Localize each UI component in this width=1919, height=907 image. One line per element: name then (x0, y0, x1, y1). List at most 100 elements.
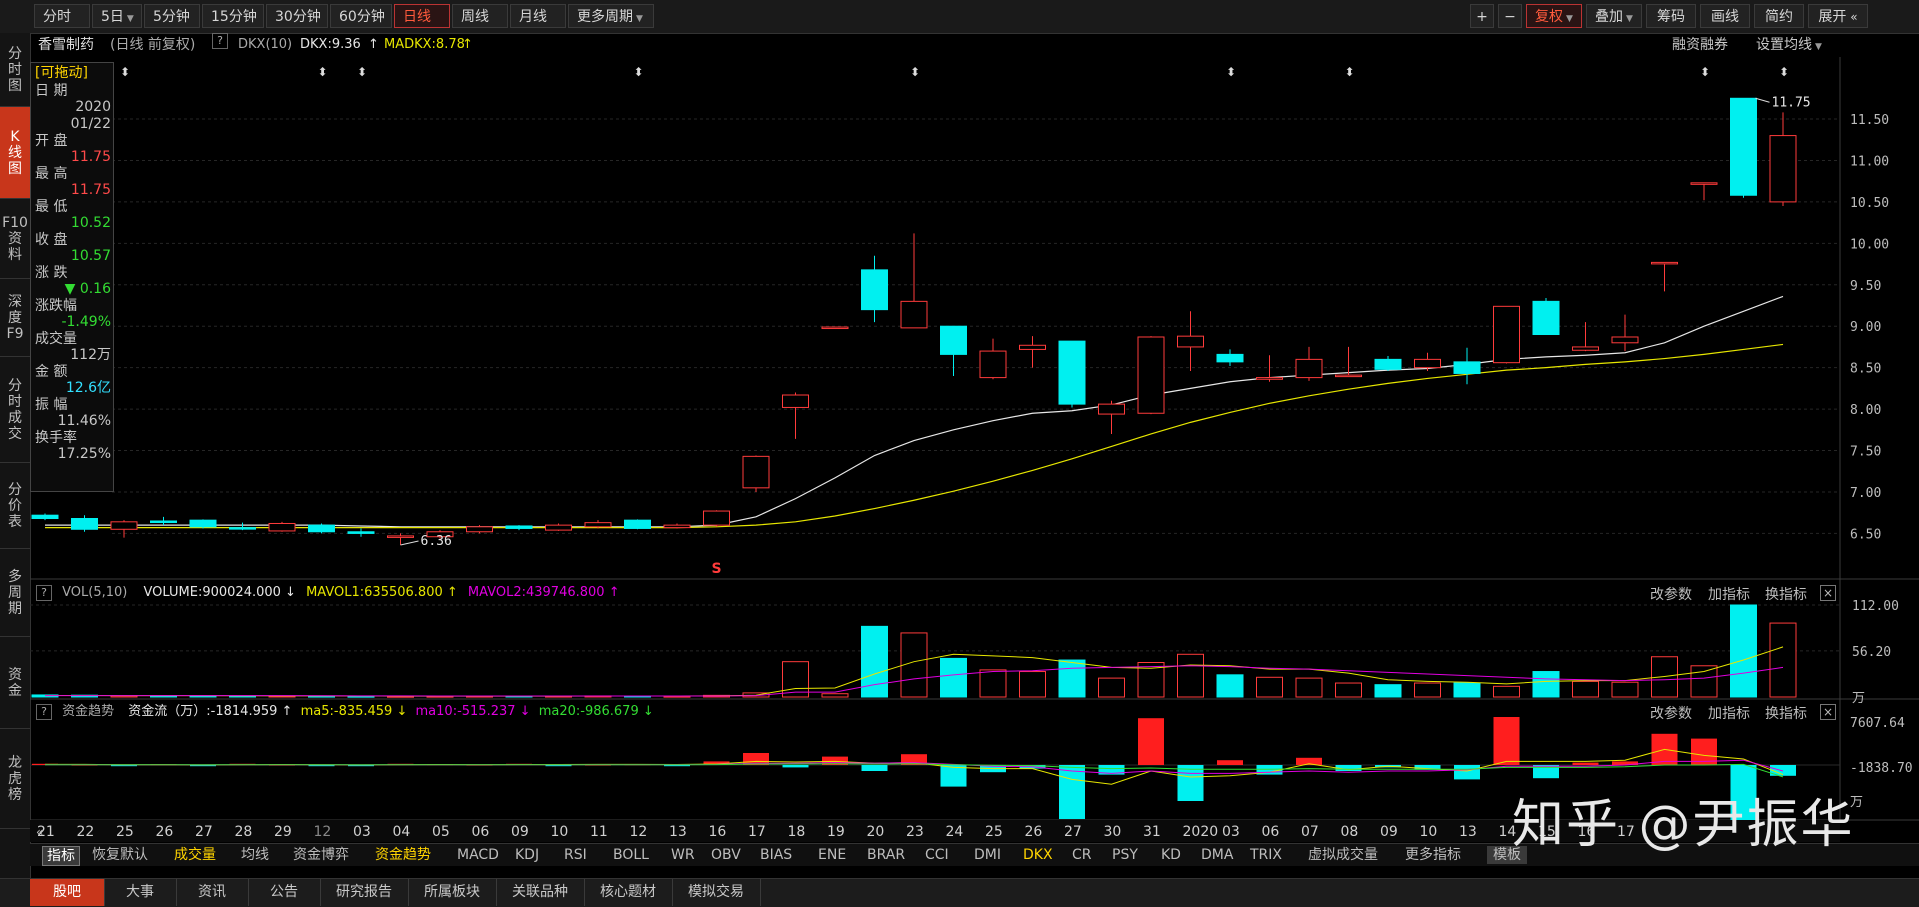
candle-body (229, 527, 256, 530)
fund-flow-bar (387, 763, 414, 765)
indicator-tab[interactable]: CR (1072, 846, 1092, 864)
indicator-tab[interactable]: 虚拟成交量 (1308, 846, 1378, 864)
tool-button[interactable]: 复权 ▼ (1526, 4, 1582, 28)
switch-indicator-link[interactable]: 换指标 (1765, 584, 1807, 604)
indicator-tab[interactable]: CCI (925, 846, 949, 864)
candle-body (1651, 261, 1678, 265)
tool-button[interactable]: 画线 (1700, 4, 1750, 28)
help-icon[interactable]: ? (212, 33, 228, 49)
close-icon[interactable]: × (1820, 704, 1836, 720)
date-tick-label: 24 (946, 824, 964, 840)
indicator-tab[interactable]: KDJ (515, 846, 539, 864)
tool-button[interactable]: 筹码 (1646, 4, 1696, 28)
indicator-tab[interactable]: 资金趋势 (375, 846, 431, 864)
candle-body (1256, 377, 1283, 380)
ma-settings-link[interactable]: 设置均线 ▼ (1756, 33, 1822, 59)
tool-button[interactable]: − (1498, 4, 1522, 28)
chart-info-bar: 香雪制药 (日线 前复权) ? DKX(10) DKX:9.36 ↑ MADKX… (30, 33, 1919, 57)
indicator-tab[interactable]: RSI (564, 846, 587, 864)
period-button[interactable]: 日线 (394, 4, 450, 28)
ohlc-label: 日 期 (35, 83, 68, 99)
bottom-tab[interactable]: 资讯 (176, 879, 249, 906)
tool-button[interactable]: 简约 (1754, 4, 1804, 28)
period-button[interactable]: 5日 ▼ (92, 4, 142, 28)
period-button[interactable]: 15分钟 (202, 4, 264, 28)
add-indicator-link[interactable]: 加指标 (1708, 584, 1750, 604)
indicator-tab[interactable]: 成交量 (174, 846, 216, 864)
indicator-tab[interactable]: WR (671, 846, 695, 864)
volume-bar (584, 695, 612, 698)
indicator-tab[interactable]: BIAS (760, 846, 792, 864)
period-button[interactable]: 月线 (510, 4, 566, 28)
fund-flow-bar (743, 753, 769, 765)
indicator-tab[interactable]: 指标 (42, 846, 80, 866)
price-tick-label: 8.00 (1850, 403, 1881, 418)
sidebar-item[interactable]: 资 金 (0, 637, 30, 729)
indicator-tab[interactable]: OBV (711, 846, 741, 864)
tool-button[interactable]: 展开 « (1808, 4, 1868, 28)
view-sidebar: 分 时 图K 线 图 F10 资 料深 度 F9 分 时 成 交分 价 表多 周 期… (0, 33, 31, 882)
indicator-tab[interactable]: DMA (1201, 846, 1233, 864)
bottom-tab[interactable]: 研究报告 (320, 879, 409, 906)
bottom-tab[interactable]: 所属板块 (408, 879, 497, 906)
sidebar-item[interactable]: 多 周 期 (0, 549, 30, 637)
draggable-tag[interactable]: [可拖动] (35, 65, 111, 81)
indicator-tab[interactable]: 恢复默认 (92, 846, 148, 864)
indicator-tab[interactable]: 均线 (241, 846, 269, 864)
bottom-tab[interactable]: 公告 (248, 879, 321, 906)
sidebar-item[interactable]: 深 度 F9 (0, 279, 30, 357)
sidebar-item[interactable]: 分 时 图 (0, 33, 30, 107)
date-tick-label: 27 (1064, 824, 1082, 840)
bottom-tab[interactable]: 核心题材 (584, 879, 673, 906)
volume-bar (1493, 685, 1520, 698)
sidebar-item[interactable]: K 线 图 (0, 107, 30, 199)
margin-trading-link[interactable]: 融资融券 (1672, 33, 1728, 57)
fund-flow-bar (664, 765, 690, 767)
edit-params-link[interactable]: 改参数 (1650, 584, 1692, 604)
indicator-tab[interactable]: DMI (974, 846, 1001, 864)
edit-params-link[interactable]: 改参数 (1650, 703, 1692, 723)
fund-flow-bar (624, 764, 651, 766)
fund-flow-bar (348, 765, 374, 767)
help-icon[interactable]: ? (36, 584, 52, 601)
up-arrow-icon: ↑ (446, 585, 458, 600)
period-button[interactable]: 更多周期 ▼ (568, 4, 654, 28)
indicator-tab[interactable]: KD (1161, 846, 1181, 864)
stock-name[interactable]: 香雪制药 (38, 33, 94, 57)
indicator-tab[interactable]: 资金博弈 (293, 846, 349, 864)
bottom-tab[interactable]: 股吧 (30, 879, 105, 906)
kline-chart[interactable]: 11.50 11.00 10.50 10.00 9.50 9.00 8.50 8.00 7.50… (0, 0, 1919, 906)
sidebar-item[interactable]: 龙 虎 榜 (0, 729, 30, 829)
period-button[interactable]: 5分钟 (144, 4, 200, 28)
tool-button[interactable]: + (1470, 4, 1494, 28)
date-tick-label: 12 (630, 824, 648, 840)
date-tick-label: 2020 (1183, 824, 1219, 840)
add-indicator-link[interactable]: 加指标 (1708, 703, 1750, 723)
indicator-tab[interactable]: 更多指标 (1405, 846, 1461, 864)
ohlc-info-box[interactable]: [可拖动] 日 期 2020 01/22 开 盘 11.75 最 高 11.75 最 低 10.… (30, 62, 114, 492)
indicator-tab[interactable]: BRAR (867, 846, 905, 864)
sidebar-item[interactable]: 分 时 成 交 (0, 357, 30, 463)
close-icon[interactable]: × (1820, 585, 1836, 601)
indicator-tab[interactable]: PSY (1112, 846, 1138, 864)
indicator-tab[interactable]: BOLL (613, 846, 649, 864)
period-button[interactable]: 30分钟 (266, 4, 328, 28)
help-icon[interactable]: ? (36, 703, 52, 720)
indicator-tab[interactable]: MACD (457, 846, 499, 864)
tool-button[interactable]: 叠加 ▼ (1586, 4, 1642, 28)
period-button[interactable]: 分时 (34, 4, 90, 28)
bottom-tab[interactable]: 关联品种 (496, 879, 585, 906)
indicator-tab[interactable]: TRIX (1250, 846, 1282, 864)
fund-flow-bar (1256, 765, 1283, 775)
switch-indicator-link[interactable]: 换指标 (1765, 703, 1807, 723)
bottom-tab[interactable]: 模拟交易 (672, 879, 761, 906)
period-button[interactable]: 周线 (452, 4, 508, 28)
indicator-tab[interactable]: ENE (818, 846, 846, 864)
sidebar-item[interactable]: F10 资 料 (0, 199, 30, 279)
fund-flow-bar (545, 765, 572, 767)
sidebar-item[interactable]: 分 价 表 (0, 463, 30, 549)
volume-bar (1177, 653, 1204, 698)
bottom-tab[interactable]: 大事 (104, 879, 177, 906)
period-button[interactable]: 60分钟 (330, 4, 392, 28)
indicator-tab[interactable]: DKX (1023, 846, 1053, 864)
